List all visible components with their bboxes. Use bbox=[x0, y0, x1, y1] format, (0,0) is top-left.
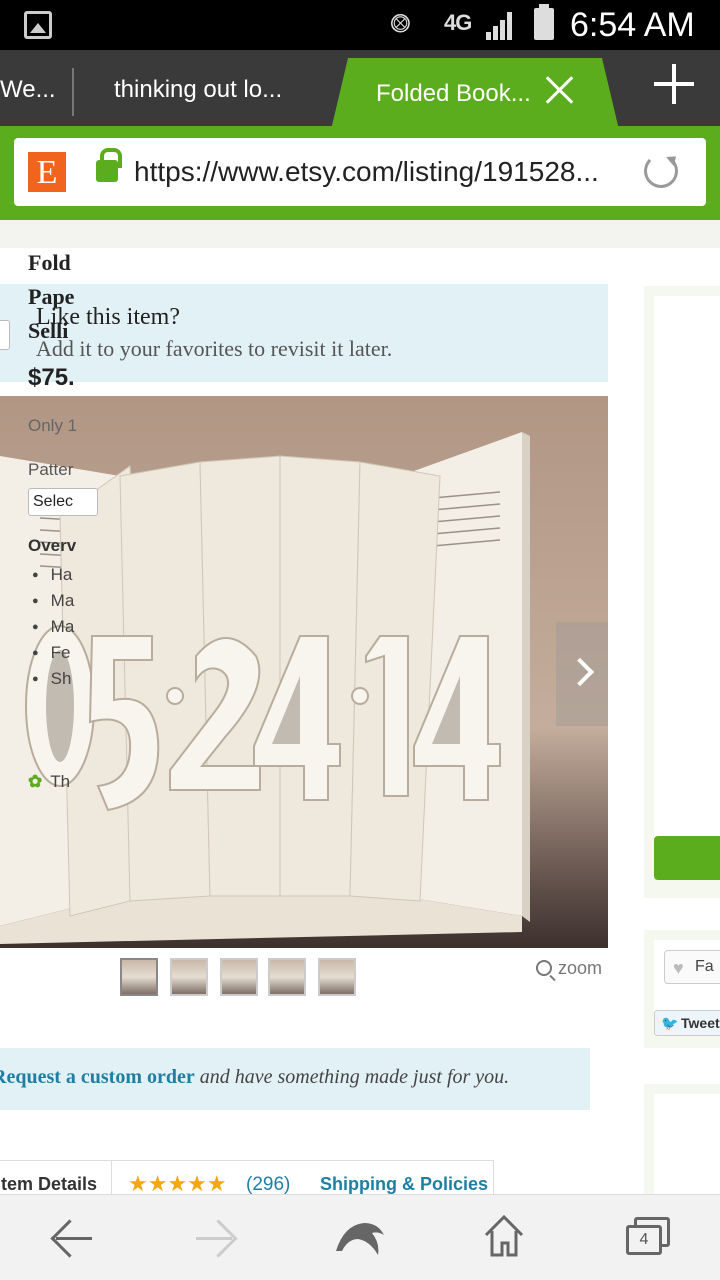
overview-heading: Overv bbox=[28, 536, 77, 555]
pattern-label: Patter bbox=[28, 460, 74, 479]
shop-info-card bbox=[644, 1084, 720, 1194]
rating-stars-icon[interactable]: ★★★★★ bbox=[128, 1171, 227, 1194]
shop-info-inner bbox=[654, 1094, 720, 1194]
listing-detail-tabs: Item Details ★★★★★ (296) Shipping & Poli… bbox=[0, 1160, 494, 1194]
magnifier-icon bbox=[536, 960, 552, 976]
pattern-select[interactable]: Selec bbox=[28, 488, 98, 516]
custom-order-suffix: and have something made just for you. bbox=[194, 1066, 510, 1088]
next-photo-arrow[interactable] bbox=[556, 622, 608, 726]
tweet-button[interactable]: 🐦 Tweet bbox=[654, 1010, 720, 1036]
thumbnail-1[interactable] bbox=[120, 958, 158, 996]
page-header-strip bbox=[0, 220, 720, 248]
back-arrow-icon[interactable] bbox=[52, 1219, 92, 1259]
reload-icon[interactable] bbox=[644, 154, 678, 188]
review-count[interactable]: (296) bbox=[246, 1174, 290, 1194]
web-page: Like this item? Add it to your favorites… bbox=[0, 220, 720, 1194]
overview-item: Fe bbox=[32, 640, 74, 666]
tweet-label: Tweet bbox=[681, 1015, 720, 1031]
tab-thinking-out-loud[interactable]: thinking out lo... bbox=[114, 50, 314, 126]
tab-title: Folded Book... bbox=[376, 80, 531, 107]
folded-book-art-image bbox=[0, 432, 530, 944]
favorite-button[interactable]: ♥ Fa bbox=[664, 950, 720, 984]
listing-photo[interactable] bbox=[0, 396, 608, 948]
close-icon[interactable] bbox=[544, 74, 574, 104]
address-bar-container: E https://www.etsy.com/listing/191528... bbox=[0, 126, 720, 220]
thumbnail-4[interactable] bbox=[268, 958, 306, 996]
mute-icon: ⨷ bbox=[390, 8, 411, 38]
tab-shipping-policies[interactable]: Shipping & Policies bbox=[320, 1174, 488, 1194]
new-tab-plus-icon[interactable] bbox=[654, 64, 694, 104]
thumbnail-2[interactable] bbox=[170, 958, 208, 996]
etsy-favicon-icon: E bbox=[28, 152, 66, 192]
zoom-link[interactable]: zoom bbox=[536, 958, 602, 979]
listing-title: Fold Pape Selli bbox=[28, 250, 75, 343]
thumbnail-3[interactable] bbox=[220, 958, 258, 996]
tab-previous[interactable]: We... bbox=[0, 50, 66, 126]
custom-order-box: Request a custom order and have somethin… bbox=[0, 1048, 590, 1110]
tab-folded-book[interactable]: Folded Book... bbox=[330, 58, 620, 134]
battery-icon bbox=[534, 4, 554, 40]
gallery-icon bbox=[24, 11, 52, 39]
tab-item-details[interactable]: Item Details bbox=[0, 1161, 112, 1194]
favorite-prompt: Like this item? Add it to your favorites… bbox=[0, 284, 608, 382]
tab-divider bbox=[72, 68, 74, 116]
favorite-subtext: Add it to your favorites to revisit it l… bbox=[36, 336, 393, 361]
tab-count: 4 bbox=[626, 1225, 662, 1255]
home-icon[interactable] bbox=[482, 1213, 526, 1259]
network-type: 4G bbox=[444, 10, 472, 35]
availability-text: Only 1 bbox=[28, 416, 78, 435]
forward-arrow-icon[interactable] bbox=[196, 1219, 236, 1259]
tabs-switcher-button[interactable]: 4 bbox=[626, 1217, 670, 1259]
listing-summary-inner bbox=[654, 296, 720, 876]
leaf-note: ✿ Th bbox=[28, 772, 70, 792]
status-bar: ⨷ 4G 6:54 AM bbox=[0, 0, 720, 50]
clock: 6:54 AM bbox=[570, 6, 695, 44]
browser-tab-bar: We... thinking out lo... Folded Book... bbox=[0, 50, 720, 134]
lock-icon bbox=[96, 148, 122, 182]
overview-item: Ma bbox=[32, 614, 75, 640]
heart-icon: ♥ bbox=[673, 958, 684, 978]
listing-price: $75. bbox=[28, 364, 75, 391]
url-text[interactable]: https://www.etsy.com/listing/191528... bbox=[134, 156, 599, 188]
thumbnail-5[interactable] bbox=[318, 958, 356, 996]
zoom-label: zoom bbox=[558, 958, 603, 978]
favorite-checkbox[interactable] bbox=[0, 320, 10, 350]
dolphin-menu-icon[interactable] bbox=[334, 1215, 386, 1261]
leaf-note-text: Th bbox=[50, 772, 71, 791]
custom-order-link[interactable]: Request a custom order bbox=[0, 1066, 195, 1088]
add-to-cart-button[interactable] bbox=[654, 836, 720, 880]
overview-item: Sh bbox=[32, 666, 74, 692]
overview-item: Ha bbox=[32, 562, 74, 588]
listing-summary-card bbox=[644, 286, 720, 898]
favorite-button-label: Fa bbox=[695, 958, 714, 975]
custom-order-text: Request a custom order and have somethin… bbox=[0, 1066, 509, 1089]
overview-list: Ha Ma Ma Fe Sh bbox=[32, 562, 75, 692]
twitter-bird-icon: 🐦 bbox=[661, 1015, 679, 1031]
signal-icon bbox=[486, 12, 518, 40]
address-bar[interactable]: E https://www.etsy.com/listing/191528... bbox=[14, 138, 706, 206]
overview-item: Ma bbox=[32, 588, 75, 614]
leaf-icon: ✿ bbox=[28, 772, 43, 791]
browser-bottom-nav: 4 bbox=[0, 1194, 720, 1280]
